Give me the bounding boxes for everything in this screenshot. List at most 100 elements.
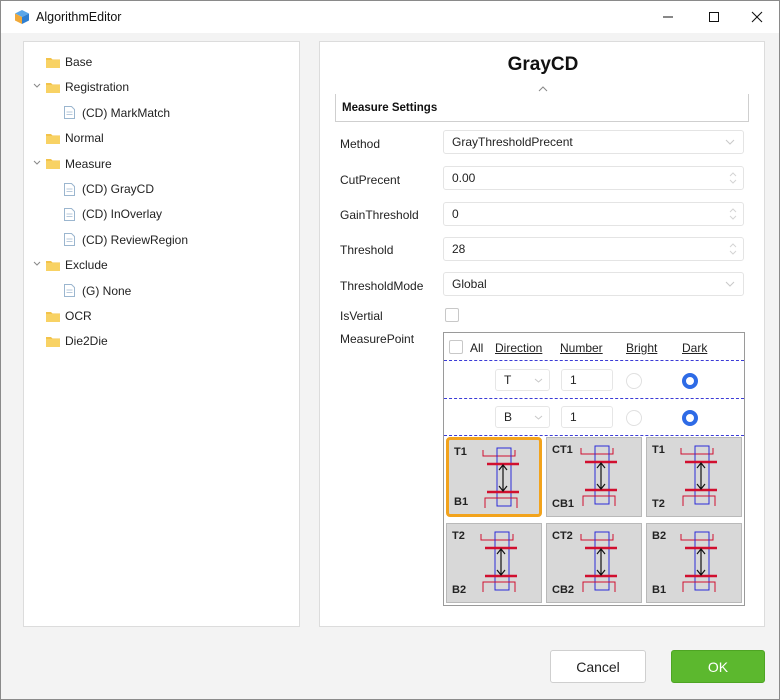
- folder-icon: [46, 133, 60, 144]
- dark-radio[interactable]: [682, 410, 698, 426]
- tree-item[interactable]: (CD) ReviewRegion: [64, 230, 188, 250]
- method-value: GrayThresholdPrecent: [452, 135, 573, 149]
- gainthreshold-label: GainThreshold: [340, 208, 419, 222]
- bright-radio[interactable]: [626, 410, 642, 426]
- tree-item-label: (CD) MarkMatch: [82, 105, 171, 120]
- number-input[interactable]: 1: [561, 369, 613, 391]
- minimize-button[interactable]: [645, 1, 691, 33]
- tree-item[interactable]: (G) None: [64, 281, 131, 301]
- bright-header[interactable]: Bright: [626, 341, 657, 355]
- select-all-checkbox[interactable]: [449, 340, 463, 354]
- tile-bottom-label: CB1: [552, 498, 575, 510]
- folder-icon: [46, 260, 60, 271]
- measure-point-header: All Direction Number Bright Dark: [444, 333, 744, 360]
- dark-header[interactable]: Dark: [682, 341, 707, 355]
- app-cube-icon: [15, 10, 29, 24]
- tile-top-label: B2: [652, 530, 667, 542]
- direction-header[interactable]: Direction: [495, 341, 542, 355]
- close-button[interactable]: [734, 1, 780, 33]
- tile-top-label: CT2: [552, 530, 573, 542]
- algorithm-tree[interactable]: Base Registration (CD) MarkMatch Normal Meas…: [23, 41, 300, 627]
- tree-item[interactable]: (CD) MarkMatch: [64, 103, 170, 123]
- folder-icon: [46, 336, 60, 347]
- direction-select[interactable]: B: [495, 406, 550, 428]
- cancel-button[interactable]: Cancel: [550, 650, 646, 683]
- measure-row: T 1: [444, 361, 744, 398]
- measure-row: B 1: [444, 399, 744, 436]
- property-panel: GrayCD Measure Settings Method GrayThres…: [319, 41, 765, 627]
- method-select[interactable]: GrayThresholdPrecent: [443, 130, 744, 154]
- thresholdmode-label: ThresholdMode: [340, 279, 424, 293]
- row-divider: [444, 435, 744, 436]
- tree-item[interactable]: Measure: [33, 154, 112, 174]
- document-icon: [64, 233, 75, 247]
- tree-item[interactable]: OCR: [46, 306, 92, 326]
- thresholdmode-select[interactable]: Global: [443, 272, 744, 296]
- dark-radio[interactable]: [682, 373, 698, 389]
- threshold-value: 28: [452, 242, 466, 256]
- measure-preset-tile[interactable]: T2 B2: [446, 523, 542, 603]
- isvertial-checkbox[interactable]: [445, 308, 459, 322]
- tile-top-label: T1: [652, 444, 665, 456]
- section-header: Measure Settings: [335, 94, 749, 122]
- tree-item-label: Die2Die: [65, 334, 108, 349]
- chevron-down-icon[interactable]: [32, 81, 42, 91]
- folder-icon: [46, 57, 60, 68]
- tile-top-label: T1: [454, 446, 467, 458]
- measure-preset-tile[interactable]: T1 B1: [446, 437, 542, 517]
- close-icon: [751, 11, 763, 23]
- measure-preset-tile[interactable]: B2 B1: [646, 523, 742, 603]
- measure-preset-tile[interactable]: CT2 CB2: [546, 523, 642, 603]
- tile-bottom-label: B1: [454, 496, 469, 508]
- tree-item-label: OCR: [65, 309, 92, 323]
- measure-diagram-icon: [680, 445, 717, 506]
- tree-item[interactable]: Registration: [33, 77, 129, 97]
- threshold-label: Threshold: [340, 243, 394, 257]
- maximize-button[interactable]: [691, 1, 737, 33]
- measure-point-grid: All Direction Number Bright Dark T 1 B 1…: [443, 332, 745, 606]
- number-value: 1: [570, 410, 577, 424]
- cutprecent-label: CutPrecent: [340, 173, 401, 187]
- spinner-icon[interactable]: [729, 171, 737, 185]
- direction-value: T: [504, 373, 512, 387]
- spinner-icon[interactable]: [729, 242, 737, 256]
- tree-item[interactable]: Base: [46, 52, 92, 72]
- gainthreshold-input[interactable]: 0: [443, 202, 744, 226]
- number-header[interactable]: Number: [560, 341, 603, 355]
- direction-select[interactable]: T: [495, 369, 550, 391]
- bright-radio[interactable]: [626, 373, 642, 389]
- title-bar[interactable]: AlgorithmEditor: [1, 1, 779, 33]
- chevron-down-icon[interactable]: [32, 259, 42, 269]
- gainthreshold-value: 0: [452, 207, 459, 221]
- tile-bottom-label: T2: [652, 498, 665, 510]
- ok-button[interactable]: OK: [671, 650, 765, 683]
- measure-preset-tile[interactable]: T1 T2: [646, 437, 742, 517]
- tile-top-label: T2: [452, 530, 465, 542]
- minimize-icon: [663, 16, 673, 18]
- number-input[interactable]: 1: [561, 406, 613, 428]
- document-icon: [64, 182, 75, 196]
- chevron-down-icon[interactable]: [32, 158, 42, 168]
- tree-item[interactable]: (CD) InOverlay: [64, 204, 162, 224]
- folder-icon: [46, 82, 60, 93]
- measure-preset-tile[interactable]: CT1 CB1: [546, 437, 642, 517]
- spinner-icon[interactable]: [729, 207, 737, 221]
- chevron-down-icon: [725, 139, 735, 145]
- tree-item-label: Measure: [65, 156, 112, 171]
- tree-item[interactable]: Die2Die: [46, 331, 108, 351]
- document-icon: [64, 207, 75, 221]
- tree-item[interactable]: (CD) GrayCD: [64, 179, 154, 199]
- chevron-down-icon: [534, 378, 543, 383]
- tree-item[interactable]: Exclude: [33, 255, 108, 275]
- folder-icon: [46, 311, 60, 322]
- algorithm-title: GrayCD: [507, 54, 579, 75]
- tile-bottom-label: B1: [652, 584, 667, 596]
- collapse-caret-icon[interactable]: [538, 86, 548, 92]
- tree-item[interactable]: Normal: [46, 128, 104, 148]
- cutprecent-input[interactable]: 0.00: [443, 166, 744, 190]
- tree-item-label: (CD) GrayCD: [82, 182, 154, 196]
- threshold-input[interactable]: 28: [443, 237, 744, 261]
- thresholdmode-value: Global: [452, 277, 487, 291]
- tree-item-label: (CD) InOverlay: [82, 207, 163, 222]
- section-title: Measure Settings: [342, 102, 438, 114]
